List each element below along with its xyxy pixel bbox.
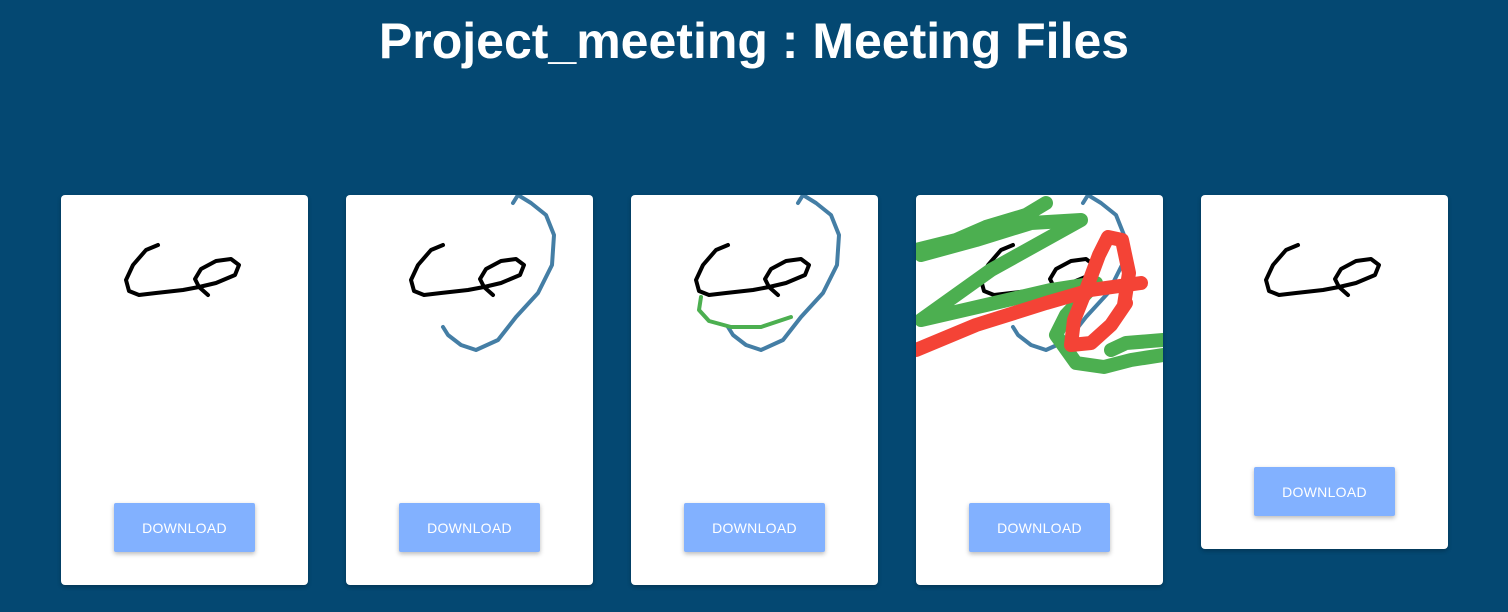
- download-button[interactable]: DOWNLOAD: [969, 503, 1110, 552]
- drawing-thumbnail: [409, 195, 556, 352]
- page-title: Project_meeting : Meeting Files: [378, 13, 1130, 69]
- drawing-thumbnail: [694, 195, 841, 352]
- download-button[interactable]: DOWNLOAD: [684, 503, 825, 552]
- meeting-file-card: DOWNLOAD: [916, 195, 1163, 585]
- drawing-thumbnail: [124, 243, 241, 297]
- drawing-thumbnail: [1264, 243, 1381, 297]
- download-button[interactable]: DOWNLOAD: [399, 503, 540, 552]
- meeting-file-card: DOWNLOAD: [631, 195, 878, 585]
- download-button[interactable]: DOWNLOAD: [114, 503, 255, 552]
- meeting-file-card: DOWNLOAD: [346, 195, 593, 585]
- download-button[interactable]: DOWNLOAD: [1254, 467, 1395, 516]
- meeting-file-card: DOWNLOAD: [61, 195, 308, 585]
- drawing-thumbnail: [916, 195, 1163, 374]
- meeting-file-card: DOWNLOAD: [1201, 195, 1448, 549]
